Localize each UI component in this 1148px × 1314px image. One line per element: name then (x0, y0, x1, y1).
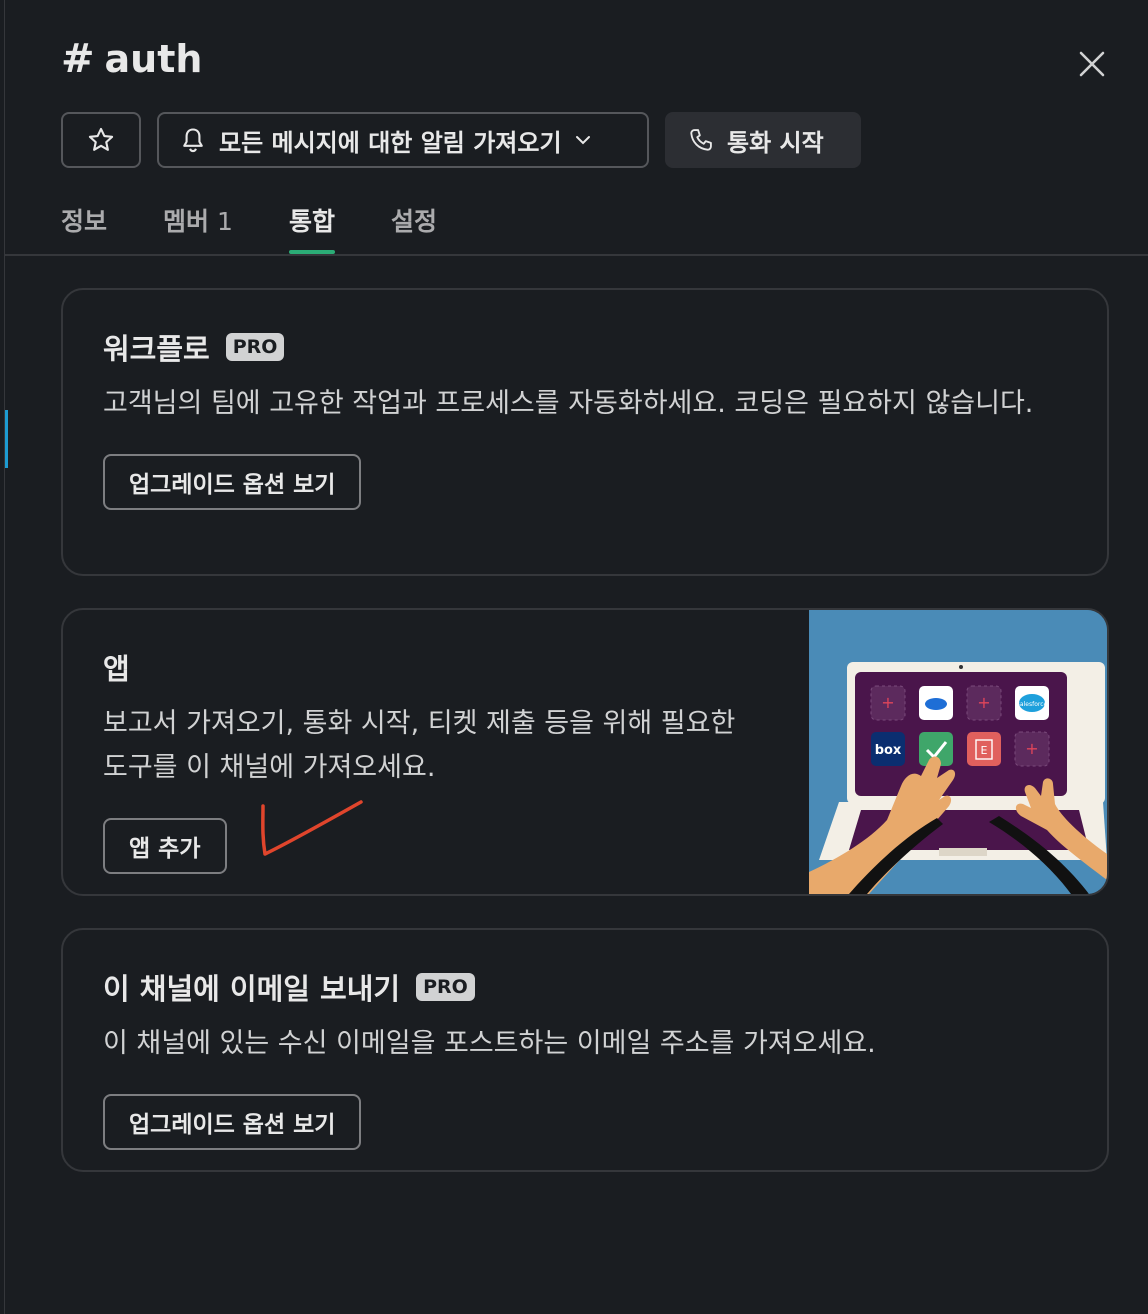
phone-icon (690, 129, 712, 151)
channel-actions: 모든 메시지에 대한 알림 가져오기 통화 시작 (61, 112, 861, 168)
upgrade-options-button[interactable]: 업그레이드 옵션 보기 (103, 454, 362, 510)
add-app-button[interactable]: 앱 추가 (103, 818, 227, 874)
apps-illustration: + + salesforce box E + (809, 610, 1107, 894)
workflow-title-row: 워크플로 PRO (103, 326, 1067, 368)
star-button[interactable] (61, 112, 141, 168)
chevron-down-icon (575, 136, 590, 145)
channel-hash-symbol: # (61, 36, 95, 82)
email-description: 이 채널에 있는 수신 이메일을 포스트하는 이메일 주소를 가져오세요. (103, 1028, 876, 1059)
svg-text:salesforce: salesforce (1017, 701, 1048, 708)
email-card: 이 채널에 이메일 보내기 PRO 이 채널에 있는 수신 이메일을 포스트하는… (61, 928, 1109, 1172)
laptop-hands-illustration: + + salesforce box E + (809, 610, 1107, 894)
close-button[interactable] (1070, 42, 1114, 86)
annotation-checkmark (261, 800, 363, 856)
upgrade-options-button[interactable]: 업그레이드 옵션 보기 (103, 1094, 362, 1150)
close-icon (1079, 51, 1105, 77)
star-icon (88, 127, 114, 151)
start-call-label: 통화 시작 (727, 128, 824, 157)
notification-label: 모든 메시지에 대한 알림 가져오기 (219, 128, 562, 157)
pro-badge: PRO (225, 333, 285, 361)
channel-details-dialog: # auth 모든 메시지에 대한 알림 가져오기 통화 시작 정보 멤버 1 … (4, 0, 1148, 1314)
channel-header: # auth (61, 36, 202, 82)
email-title-row: 이 채널에 이메일 보내기 PRO (103, 966, 1067, 1008)
svg-text:+: + (881, 693, 894, 712)
channel-name: auth (104, 37, 203, 81)
left-edge-accent (5, 410, 8, 468)
svg-text:+: + (1025, 739, 1038, 758)
apps-card: 앱 보고서 가져오기, 통화 시작, 티켓 제출 등을 위해 필요한 도구를 이… (61, 608, 1109, 896)
apps-description: 보고서 가져오기, 통화 시작, 티켓 제출 등을 위해 필요한 도구를 이 채… (103, 708, 736, 783)
workflow-title: 워크플로 (103, 332, 210, 366)
workflow-card: 워크플로 PRO 고객님의 팀에 고유한 작업과 프로세스를 자동화하세요. 코… (61, 288, 1109, 576)
tab-integrations[interactable]: 통합 (288, 196, 335, 254)
tab-about[interactable]: 정보 (61, 196, 107, 254)
start-call-button[interactable]: 통화 시작 (665, 112, 861, 168)
tab-members[interactable]: 멤버 1 (163, 196, 233, 254)
email-title: 이 채널에 이메일 보내기 (103, 972, 401, 1006)
channel-tabs: 정보 멤버 1 통합 설정 (61, 196, 493, 254)
tab-settings[interactable]: 설정 (391, 196, 437, 254)
members-count: 1 (217, 207, 233, 236)
workflow-description: 고객님의 팀에 고유한 작업과 프로세스를 자동화하세요. 코딩은 필요하지 않… (103, 388, 1034, 419)
svg-text:+: + (977, 693, 990, 712)
tabs-divider (5, 254, 1148, 256)
svg-text:E: E (981, 744, 988, 757)
pro-badge: PRO (416, 973, 475, 1001)
svg-text:box: box (875, 743, 902, 758)
notification-button[interactable]: 모든 메시지에 대한 알림 가져오기 (157, 112, 649, 168)
bell-icon (183, 128, 203, 153)
apps-title: 앱 (103, 652, 130, 686)
